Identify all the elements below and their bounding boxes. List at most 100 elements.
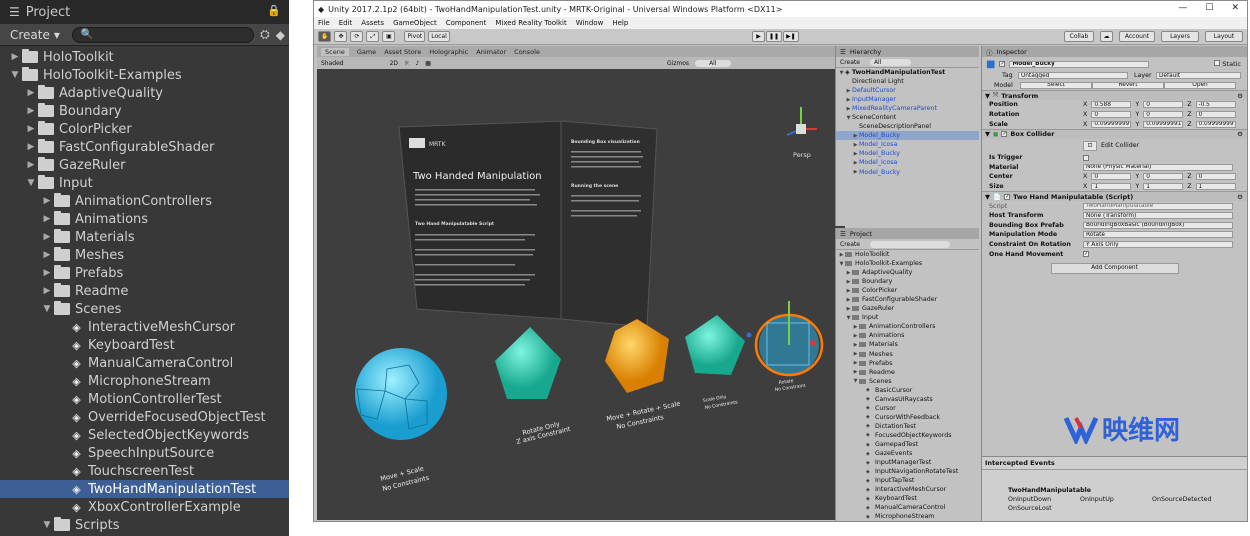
expand-arrow-icon[interactable]: ▶ (8, 52, 22, 62)
one-hand-checkbox[interactable]: ✓ (1083, 251, 1089, 258)
constraint-dropdown[interactable]: Y Axis Only (1083, 241, 1233, 249)
step-button[interactable]: ▶❚ (783, 31, 799, 42)
tab-holographic[interactable]: Holographic (429, 48, 468, 56)
project-folder-item[interactable]: ▼ HoloToolkit-Examples (836, 259, 979, 268)
project-folder-item[interactable]: ▼ Scenes (836, 377, 979, 386)
menu-item[interactable]: Component (446, 19, 487, 27)
box-collider-enabled-checkbox[interactable]: ✓ (1001, 131, 1008, 138)
expand-arrow-icon[interactable]: ▶ (24, 124, 38, 134)
collapse-arrow-icon[interactable]: ▼ (24, 178, 38, 188)
rotation-z-field[interactable]: 0 (1195, 111, 1236, 119)
tab-game[interactable]: Game (357, 48, 376, 56)
project-scene-item[interactable]: ◈ GazeEvents (836, 449, 979, 458)
rect-tool-button[interactable]: ▣ (382, 31, 396, 42)
object-name-field[interactable]: Model_Bucky (1009, 60, 1150, 68)
project-folder-item[interactable]: ▶ Animations (836, 331, 979, 340)
script-header[interactable]: ▼ 📄 ✓ Two Hand Manipulatable (Script) ⚙ (982, 191, 1247, 202)
model-bucky-2[interactable] (605, 319, 669, 393)
hand-tool-button[interactable]: ✋ (318, 31, 332, 42)
project-folder-item[interactable]: ▶ AnimationControllers (836, 322, 979, 331)
edit-collider-button[interactable]: ⊡ (1083, 140, 1097, 151)
expand-arrow-icon[interactable]: ▶ (40, 286, 54, 296)
folder-item[interactable]: ▶ ColorPicker (0, 120, 289, 138)
menu-item[interactable]: Assets (361, 19, 384, 27)
project-folder-item[interactable]: ▶ Prefabs (836, 359, 979, 368)
project-folder-item[interactable]: ▼ Input (836, 313, 979, 322)
expand-arrow-icon[interactable]: ▶ (845, 106, 852, 112)
rotation-y-field[interactable]: 0 (1143, 111, 1184, 119)
expand-arrow-icon[interactable]: ▶ (40, 214, 54, 224)
folder-item[interactable]: ▶ AdaptiveQuality (0, 84, 289, 102)
scene-item[interactable]: ◈ MotionControllerTest (0, 390, 289, 408)
size-z-field[interactable]: 1 (1195, 183, 1236, 191)
rotation-x-field[interactable]: 0 (1091, 111, 1132, 119)
project-folder-item[interactable]: ▶ Boundary (836, 277, 979, 286)
close-icon[interactable]: ✕ (1231, 3, 1239, 13)
folder-item[interactable]: ▶ Materials (0, 228, 289, 246)
model-open-button[interactable]: Open (1164, 81, 1236, 89)
project-scene-item[interactable]: ◈MotionControllerTest (836, 521, 979, 522)
shading-mode-dropdown[interactable]: Shaded (321, 60, 344, 67)
menu-item[interactable]: Edit (339, 19, 353, 27)
project-folder-item[interactable]: ▶ AdaptiveQuality (836, 268, 979, 277)
expand-arrow-icon[interactable]: ▶ (24, 88, 38, 98)
scene-item[interactable]: ◈ SelectedObjectKeywords (0, 426, 289, 444)
expand-arrow-icon[interactable]: ▶ (852, 133, 859, 139)
component-settings-icon[interactable]: ⚙ (1237, 130, 1243, 138)
pause-button[interactable]: ❚❚ (766, 31, 783, 42)
size-y-field[interactable]: 1 (1143, 183, 1184, 191)
layers-button[interactable]: Layers (1161, 31, 1199, 42)
expand-arrow-icon[interactable]: ▶ (845, 270, 852, 276)
project-scene-item[interactable]: ◈ MicrophoneStream (836, 512, 979, 521)
position-x-field[interactable]: 0.588 (1091, 101, 1132, 109)
scene-description-panel[interactable]: MRTK Two Handed Manipulation Two Hand Ma… (398, 120, 658, 328)
project-scene-item[interactable]: ◈ CanvasUIRaycasts (836, 395, 979, 404)
pivot-button[interactable]: Pivot (404, 31, 426, 42)
scene-item[interactable]: ◈ TwoHandManipulationTest (0, 480, 289, 498)
lock-icon[interactable]: 🔒 (267, 4, 281, 17)
expand-arrow-icon[interactable]: ▶ (845, 297, 852, 303)
expand-arrow-icon[interactable]: ▶ (24, 160, 38, 170)
hierarchy-scene-root[interactable]: ▼ ◈ TwoHandManipulationTest (836, 68, 979, 77)
project-scene-item[interactable]: ◈ InteractiveMeshCursor (836, 485, 979, 494)
hierarchy-item[interactable]: ▶ InputManager (836, 95, 979, 104)
manipulation-mode-dropdown[interactable]: Rotate (1083, 231, 1233, 239)
size-x-field[interactable]: 1 (1091, 183, 1132, 191)
expand-arrow-icon[interactable]: ▶ (845, 279, 852, 285)
project-search-input[interactable] (869, 240, 950, 248)
folder-item[interactable]: ▶ FastConfigurableShader (0, 138, 289, 156)
expand-arrow-icon[interactable]: ▼ (852, 378, 859, 384)
scene-item[interactable]: ◈ ManualCameraControl (0, 354, 289, 372)
account-button[interactable]: Account (1119, 31, 1155, 42)
scene-search-input[interactable]: All (695, 59, 731, 67)
tab-asset-store[interactable]: Asset Store (384, 48, 421, 56)
model-bucky-1[interactable] (355, 348, 447, 440)
static-toggle[interactable]: Static (1214, 60, 1241, 68)
project-scene-item[interactable]: ◈ Cursor (836, 404, 979, 413)
menu-item[interactable]: File (318, 19, 330, 27)
folder-item[interactable]: ▶ GazeRuler (0, 156, 289, 174)
folder-item[interactable]: ▶ Boundary (0, 102, 289, 120)
project-scene-item[interactable]: ◈ GamepadTest (836, 440, 979, 449)
bounding-box-prefab-field[interactable]: BoundingBoxBasic (BoundingBox) (1083, 221, 1233, 229)
scene-canvas[interactable]: MRTK Two Handed Manipulation Two Hand Ma… (317, 69, 845, 520)
gizmos-dropdown[interactable]: Gizmos (667, 60, 689, 67)
expand-arrow-icon[interactable]: ▶ (852, 160, 859, 166)
active-checkbox[interactable]: ✓ (999, 61, 1006, 67)
hierarchy-item[interactable]: ▶ Model_Bucky (836, 168, 979, 177)
hierarchy-tab[interactable]: ☰ Hierarchy (836, 46, 979, 57)
expand-arrow-icon[interactable]: ▶ (845, 288, 852, 294)
collab-button[interactable]: Collab (1064, 31, 1094, 42)
move-handle-x[interactable] (810, 340, 816, 346)
expand-arrow-icon[interactable]: ▼ (845, 115, 852, 121)
project-folder-item[interactable]: ▶ Materials (836, 340, 979, 349)
project-folder-item[interactable]: ▶ Meshes (836, 350, 979, 359)
project-scene-item[interactable]: ◈ InputManagerTest (836, 458, 979, 467)
model-revert-button[interactable]: Revert (1092, 81, 1164, 89)
folder-item[interactable]: ▼ Input (0, 174, 289, 192)
project-tab[interactable]: ☰ Project 🔒 (0, 0, 289, 24)
orientation-gizmo[interactable]: Persp (786, 107, 817, 159)
hierarchy-item[interactable]: ▶ DefaultCursor (836, 86, 979, 95)
menu-item[interactable]: Help (612, 19, 628, 27)
local-button[interactable]: Local (428, 31, 450, 42)
